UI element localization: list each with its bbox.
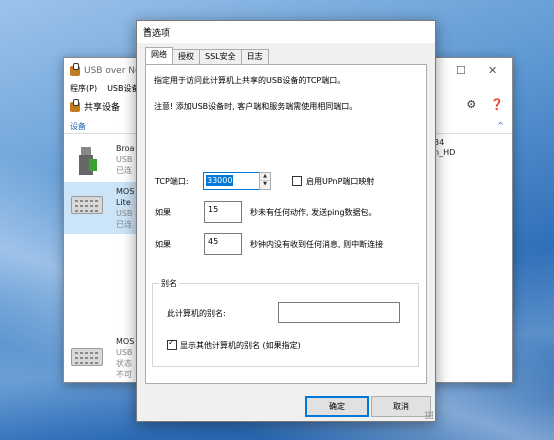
tab-log[interactable]: 日志 — [240, 49, 269, 64]
chevron-up-icon[interactable]: ^ — [497, 121, 504, 130]
idle-prefix: 如果 — [155, 208, 171, 217]
description-text: 指定用于访问此计算机上共享的USB设备的TCP端口。 — [154, 76, 346, 85]
app-logo-icon — [70, 63, 80, 76]
device-type: USB — [116, 155, 133, 164]
tcp-port-value: 33000 — [206, 175, 234, 186]
share-icon — [70, 98, 80, 112]
resize-grip-icon[interactable] — [425, 411, 433, 419]
window-title-bar: USB over Ne — [70, 63, 141, 76]
timeout-seconds-input[interactable]: 45 — [204, 233, 242, 255]
idle-seconds-input[interactable]: 15 — [204, 201, 242, 223]
alias-group: 别名 此计算机的别名: 显示其他计算机的别名 (如果指定) — [152, 278, 419, 367]
device-type: USB — [116, 348, 133, 357]
show-alias-checkbox[interactable] — [167, 338, 177, 350]
idle-suffix: 秒未有任何动作, 发送ping数据包。 — [250, 208, 377, 217]
tab-ssl[interactable]: SSL安全 — [199, 49, 242, 64]
menu-item-usb-devices[interactable]: USB设备 — [107, 83, 139, 94]
help-icon[interactable]: ❓ — [490, 98, 504, 111]
keyboard-icon — [71, 196, 103, 214]
spin-up-icon[interactable]: ▲ — [260, 173, 270, 180]
ok-button[interactable]: 确定 — [305, 396, 369, 417]
menu-bar: 程序(P) USB设备 — [70, 83, 140, 94]
show-alias-label: 显示其他计算机的别名 (如果指定) — [180, 341, 301, 350]
settings-gear-icon[interactable]: ⚙ — [466, 98, 476, 111]
tab-network[interactable]: 网络 — [145, 47, 173, 64]
share-device-button[interactable]: 共享设备 — [70, 98, 121, 113]
section-label: 设备 — [70, 122, 86, 131]
menu-item-program[interactable]: 程序(P) — [70, 83, 97, 94]
detail-line: n_HD — [434, 148, 456, 157]
window-title: USB over Ne — [84, 66, 141, 76]
alias-group-label: 别名 — [159, 278, 179, 289]
upnp-checkbox[interactable] — [292, 176, 302, 186]
device-name-suffix: Lite — [116, 198, 131, 207]
device-type: USB — [116, 209, 133, 218]
device-item[interactable]: MOS Lite USB 已连 — [64, 182, 144, 234]
close-icon[interactable]: ✕ — [488, 64, 497, 77]
device-name: Broa — [116, 144, 135, 153]
device-status: 已连 — [116, 166, 132, 175]
preferences-dialog: 首选项 ✕ 网络 授权 SSL安全 日志 指定用于访问此计算机上共享的USB设备… — [136, 20, 436, 422]
device-availability: 不可 — [116, 370, 132, 379]
device-status: 已连 — [116, 220, 132, 229]
close-icon[interactable]: ✕ — [143, 26, 429, 36]
toolbar-right: ⚙ ❓ — [466, 98, 504, 111]
port-spinner[interactable]: ▲ ▼ — [259, 172, 271, 190]
alias-input[interactable] — [278, 302, 400, 323]
timeout-seconds-value: 45 — [208, 237, 219, 246]
spin-down-icon[interactable]: ▼ — [260, 180, 270, 188]
keyboard-icon — [71, 348, 103, 366]
tcp-port-label: TCP端口: — [155, 177, 189, 186]
usb-drive-icon — [71, 145, 109, 175]
maximize-icon[interactable]: ☐ — [456, 64, 466, 77]
dialog-title-bar: 首选项 ✕ — [137, 21, 435, 43]
tab-bar: 网络 授权 SSL安全 日志 — [145, 47, 269, 64]
detail-line: 34 — [434, 138, 445, 147]
network-tab-panel: 指定用于访问此计算机上共享的USB设备的TCP端口。 注意! 添加USB设备时,… — [145, 64, 427, 384]
idle-seconds-value: 15 — [208, 205, 219, 214]
tab-license[interactable]: 授权 — [172, 49, 200, 64]
share-device-label: 共享设备 — [84, 103, 121, 113]
upnp-label: 启用UPnP端口映射 — [306, 177, 375, 186]
device-details: 34 n_HD — [434, 138, 455, 158]
timeout-suffix: 秒钟内没有收到任何消息, 则中断连接 — [250, 240, 384, 249]
device-status: 状态 — [116, 359, 132, 368]
device-name: MOS — [116, 187, 135, 196]
timeout-prefix: 如果 — [155, 240, 171, 249]
alias-label: 此计算机的别名: — [167, 309, 226, 318]
note-text: 注意! 添加USB设备时, 客户端和服务端需使用相同端口。 — [154, 102, 358, 111]
tcp-port-input[interactable]: 33000 — [203, 172, 261, 190]
device-name: MOS — [116, 337, 135, 346]
cancel-button[interactable]: 取消 — [371, 396, 431, 417]
